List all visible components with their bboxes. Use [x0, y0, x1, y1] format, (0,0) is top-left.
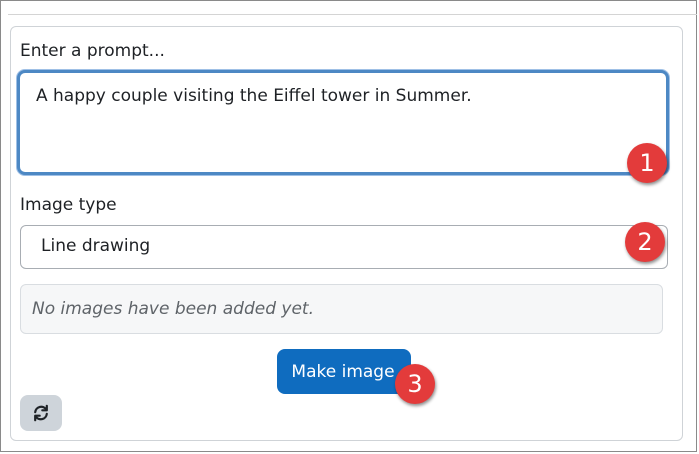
- refresh-button[interactable]: [20, 395, 62, 431]
- refresh-icon: [34, 404, 48, 422]
- empty-state-message: No images have been added yet.: [32, 299, 314, 319]
- make-image-button[interactable]: Make image: [277, 349, 411, 394]
- callout-marker-3: 3: [395, 364, 435, 404]
- top-divider: [8, 14, 697, 15]
- prompt-label: Enter a prompt...: [20, 41, 165, 61]
- image-type-selected-value[interactable]: Line drawing: [41, 236, 150, 256]
- make-image-button-label: Make image: [291, 361, 395, 382]
- callout-marker-1: 1: [627, 143, 667, 183]
- prompt-text[interactable]: A happy couple visiting the Eiffel tower…: [36, 86, 472, 106]
- callout-marker-2: 2: [625, 222, 665, 262]
- image-type-label: Image type: [20, 195, 117, 215]
